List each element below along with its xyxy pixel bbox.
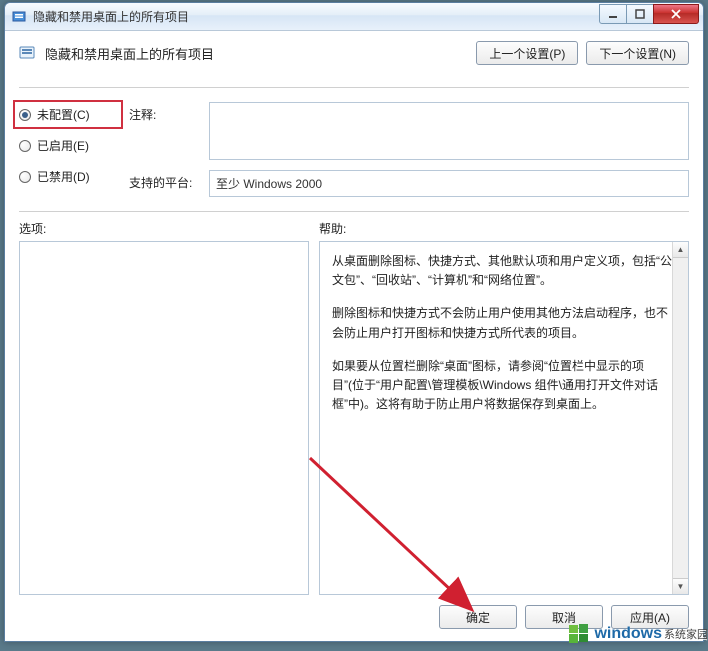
panels: 从桌面删除图标、快捷方式、其他默认项和用户定义项，包括“公文包”、“回收站”、“… xyxy=(19,241,689,595)
app-icon xyxy=(11,9,27,25)
radio-not-configured[interactable]: 未配置(C) xyxy=(13,100,123,129)
radio-label: 已启用(E) xyxy=(37,137,89,154)
comment-textbox[interactable] xyxy=(209,102,689,160)
platform-label: 支持的平台: xyxy=(129,170,199,197)
help-panel[interactable]: 从桌面删除图标、快捷方式、其他默认项和用户定义项，包括“公文包”、“回收站”、“… xyxy=(319,241,689,595)
window-controls xyxy=(600,4,699,24)
help-label: 帮助: xyxy=(319,220,346,237)
watermark-sub: 系统家园 xyxy=(664,626,708,642)
policy-title: 隐藏和禁用桌面上的所有项目 xyxy=(45,44,476,63)
prev-setting-button[interactable]: 上一个设置(P) xyxy=(476,41,578,65)
dialog-content: 隐藏和禁用桌面上的所有项目 上一个设置(P) 下一个设置(N) 未配置(C) 已… xyxy=(5,31,703,641)
radio-label: 未配置(C) xyxy=(37,106,90,123)
platform-textbox: 至少 Windows 2000 xyxy=(209,170,689,197)
watermark: windows 系统家园 xyxy=(568,623,708,645)
radio-dot-icon xyxy=(19,109,31,121)
maximize-button[interactable] xyxy=(626,4,654,24)
titlebar[interactable]: 隐藏和禁用桌面上的所有项目 xyxy=(5,3,703,31)
dialog-window: 隐藏和禁用桌面上的所有项目 隐藏和禁用桌面上的所有项目 上一个设置(P) 下一个… xyxy=(4,2,704,642)
radio-group: 未配置(C) 已启用(E) 已禁用(D) xyxy=(19,102,115,197)
minimize-button[interactable] xyxy=(599,4,627,24)
radio-dot-icon xyxy=(19,140,31,152)
ok-button[interactable]: 确定 xyxy=(439,605,517,629)
watermark-text: windows xyxy=(594,625,662,643)
radio-disabled[interactable]: 已禁用(D) xyxy=(19,168,115,185)
scrollbar[interactable]: ▲ ▼ xyxy=(672,242,688,594)
scroll-up-icon[interactable]: ▲ xyxy=(673,242,689,258)
divider-top xyxy=(19,87,689,88)
options-label: 选项: xyxy=(19,220,319,237)
policy-icon xyxy=(19,44,37,62)
radio-dot-icon xyxy=(19,171,31,183)
windows-logo-icon xyxy=(568,623,590,645)
meta-column: 注释: 支持的平台: 至少 Windows 2000 xyxy=(129,102,689,197)
next-setting-button[interactable]: 下一个设置(N) xyxy=(586,41,689,65)
scroll-down-icon[interactable]: ▼ xyxy=(673,578,689,594)
header-row: 隐藏和禁用桌面上的所有项目 上一个设置(P) 下一个设置(N) xyxy=(19,41,689,65)
help-paragraph: 删除图标和快捷方式不会防止用户使用其他方法启动程序，也不会防止用户打开图标和快捷… xyxy=(332,304,674,342)
radio-label: 已禁用(D) xyxy=(37,168,90,185)
comment-label: 注释: xyxy=(129,102,199,160)
radio-enabled[interactable]: 已启用(E) xyxy=(19,137,115,154)
divider-mid xyxy=(19,211,689,212)
help-text: 从桌面删除图标、快捷方式、其他默认项和用户定义项，包括“公文包”、“回收站”、“… xyxy=(320,242,688,438)
window-title: 隐藏和禁用桌面上的所有项目 xyxy=(33,8,600,25)
panel-labels: 选项: 帮助: xyxy=(19,220,689,237)
close-button[interactable] xyxy=(653,4,699,24)
config-row: 未配置(C) 已启用(E) 已禁用(D) 注释: 支持的平台: xyxy=(19,102,689,197)
options-panel[interactable] xyxy=(19,241,309,595)
help-paragraph: 从桌面删除图标、快捷方式、其他默认项和用户定义项，包括“公文包”、“回收站”、“… xyxy=(332,252,674,290)
help-paragraph: 如果要从位置栏删除“桌面”图标，请参阅“位置栏中显示的项目”(位于“用户配置\管… xyxy=(332,357,674,415)
